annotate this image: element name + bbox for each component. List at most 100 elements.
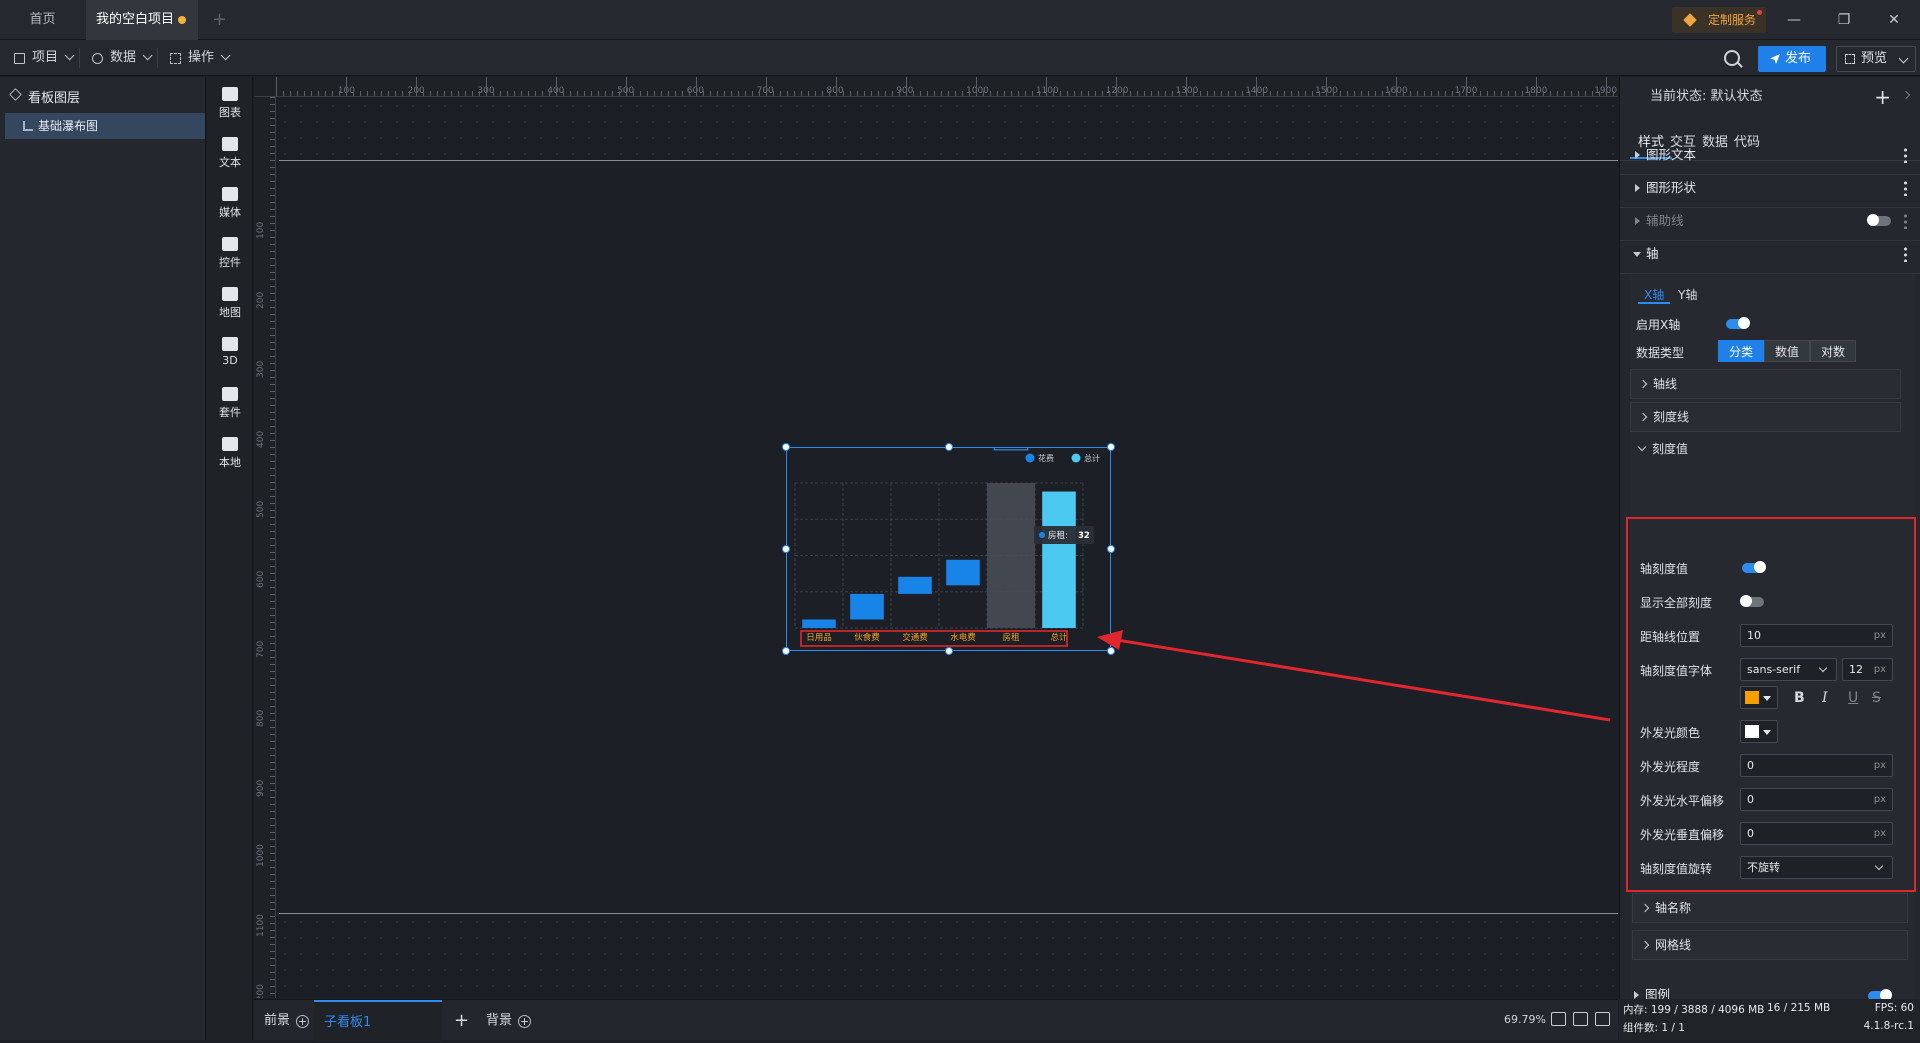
- ruler-tick: [270, 699, 275, 700]
- component-local[interactable]: 本地: [207, 429, 253, 475]
- tab-x-axis[interactable]: X轴: [1644, 286, 1664, 303]
- component-text[interactable]: 文本: [207, 129, 253, 175]
- ruler-tick-label: 600: [256, 570, 266, 588]
- resize-handle[interactable]: [782, 443, 790, 451]
- unsaved-dot-icon: [178, 16, 186, 24]
- ruler-tick: [1571, 91, 1572, 96]
- menu-operate[interactable]: 操作: [166, 40, 231, 76]
- ruler-tick: [1529, 91, 1530, 96]
- layers-title: 看板图层: [9, 87, 80, 106]
- enable-x-toggle[interactable]: [1726, 317, 1750, 329]
- waterfall-chart[interactable]: 日用品 伙食费 交通费 水电费 房租 总计 花费 总计 房租: 32: [782, 431, 1115, 655]
- ruler-tick: [270, 111, 275, 112]
- add-state-icon[interactable]: +: [1874, 77, 1891, 117]
- ruler-tick: [542, 91, 543, 96]
- tab-foreground[interactable]: 前景 +: [264, 1000, 310, 1041]
- ruler-tick: [270, 475, 275, 476]
- resize-handle[interactable]: [944, 647, 953, 655]
- terminal-icon[interactable]: [1595, 1012, 1610, 1026]
- add-board-icon[interactable]: +: [454, 1000, 469, 1041]
- menu-data[interactable]: 数据: [88, 40, 153, 76]
- ruler-tick: [270, 734, 275, 735]
- ruler-tick: [1018, 91, 1019, 96]
- zoom-level[interactable]: 69.79%: [1504, 1013, 1546, 1026]
- add-icon[interactable]: +: [518, 1015, 532, 1028]
- component-kit[interactable]: 套件: [207, 379, 253, 425]
- layer-item[interactable]: 基础瀑布图: [5, 113, 205, 139]
- fold-tick-value[interactable]: 刻度值: [1630, 435, 1901, 465]
- search-icon[interactable]: [1724, 50, 1740, 66]
- aux-line-toggle[interactable]: [1867, 214, 1891, 226]
- minimize-icon[interactable]: —: [1770, 0, 1818, 40]
- ruler-tick: [270, 125, 275, 126]
- ruler-tick-label: 800: [256, 710, 266, 728]
- more-icon[interactable]: [1904, 246, 1907, 262]
- more-icon[interactable]: [1904, 180, 1907, 196]
- resize-handle[interactable]: [1107, 443, 1115, 451]
- ruler-tick: [556, 77, 557, 96]
- section-axis[interactable]: 轴: [1620, 234, 1920, 274]
- ruler-tick: [297, 91, 298, 96]
- resize-handle[interactable]: [1107, 545, 1115, 553]
- ruler-tick: [633, 91, 634, 96]
- ruler-tick: [270, 776, 275, 777]
- custom-service-button[interactable]: 定制服务: [1672, 7, 1766, 33]
- fit-screen-icon[interactable]: [1551, 1012, 1566, 1026]
- ruler-tick: [270, 286, 275, 287]
- ruler-tick-label: 500: [256, 500, 266, 518]
- tab-child-board[interactable]: 子看板1: [314, 1000, 442, 1041]
- data-type-log[interactable]: 对数: [1810, 340, 1856, 362]
- ruler-tick-label: 1200: [256, 983, 266, 998]
- fold-grid-line[interactable]: 网格线: [1632, 930, 1908, 960]
- ruler-tick: [1459, 91, 1460, 96]
- preview-button[interactable]: 预览: [1836, 46, 1916, 72]
- resize-handle[interactable]: [944, 443, 953, 451]
- tab-y-axis[interactable]: Y轴: [1678, 286, 1697, 303]
- component-chart[interactable]: 图表: [207, 79, 253, 125]
- ruler-tick: [1235, 91, 1236, 96]
- data-type-category[interactable]: 分类: [1718, 340, 1764, 362]
- ruler-tick: [270, 615, 275, 616]
- ruler-tick: [1186, 77, 1187, 96]
- resize-handle[interactable]: [782, 647, 790, 655]
- ruler-tick: [780, 91, 781, 96]
- chevron-right-icon[interactable]: [1901, 90, 1911, 100]
- ruler-tick: [843, 91, 844, 96]
- tab-project[interactable]: 我的空白项目: [86, 0, 198, 40]
- more-icon[interactable]: [1904, 147, 1907, 163]
- component-map[interactable]: 地图: [207, 279, 253, 325]
- tab-background[interactable]: 背景 +: [486, 1000, 532, 1041]
- ruler-tick: [270, 762, 275, 763]
- menu-project[interactable]: 项目: [10, 40, 75, 76]
- ruler-tick: [270, 524, 275, 525]
- bar-outline: [993, 431, 1029, 451]
- keyboard-icon[interactable]: [1573, 1012, 1588, 1026]
- ruler-tick: [1550, 91, 1551, 96]
- fold-axis-line[interactable]: 轴线: [1630, 369, 1901, 399]
- component-3d[interactable]: 3D: [207, 329, 253, 375]
- component-control[interactable]: 控件: [207, 229, 253, 275]
- resize-handle[interactable]: [782, 545, 790, 553]
- restore-icon[interactable]: ❐: [1820, 0, 1868, 40]
- tick-label: 伙食费: [854, 632, 880, 643]
- add-icon[interactable]: +: [296, 1015, 310, 1028]
- publish-button[interactable]: 发布: [1758, 46, 1826, 72]
- tab-home[interactable]: 首页: [0, 0, 85, 40]
- ruler-tick: [270, 853, 275, 854]
- ruler-tick: [1221, 91, 1222, 96]
- data-type-segmented: 分类 数值 对数: [1718, 340, 1856, 362]
- ruler-tick: [1368, 91, 1369, 96]
- more-icon[interactable]: [1904, 213, 1907, 229]
- ruler-tick: [270, 923, 275, 924]
- fold-tick-line[interactable]: 刻度线: [1630, 402, 1901, 432]
- section-legend[interactable]: 图例: [1619, 975, 1920, 1002]
- menu-project-label: 项目: [32, 50, 59, 65]
- close-icon[interactable]: ✕: [1870, 0, 1918, 40]
- ruler-tick: [270, 97, 275, 98]
- add-tab-icon[interactable]: +: [212, 0, 227, 40]
- fold-axis-name[interactable]: 轴名称: [1632, 893, 1908, 923]
- ruler-tick: [388, 91, 389, 96]
- data-type-value[interactable]: 数值: [1764, 340, 1810, 362]
- state-row[interactable]: 当前状态: 默认状态 +: [1620, 77, 1920, 117]
- component-media[interactable]: 媒体: [207, 179, 253, 225]
